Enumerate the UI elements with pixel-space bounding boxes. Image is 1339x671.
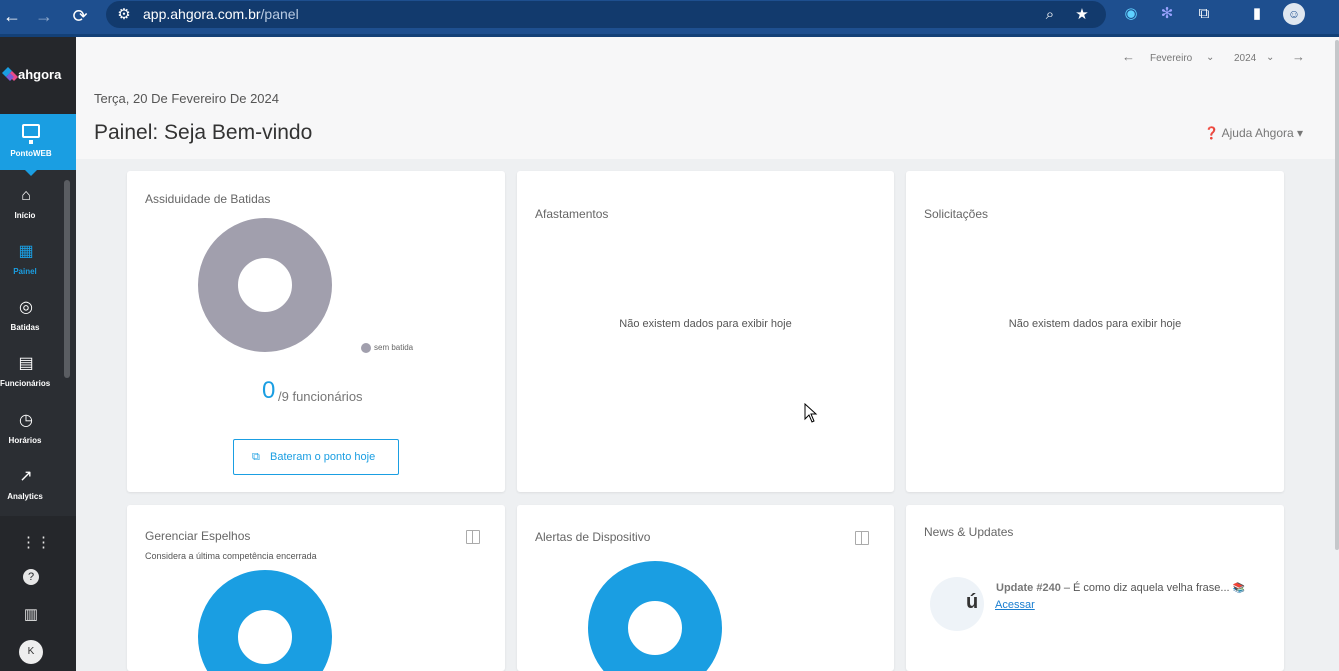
monitor-stand	[29, 140, 33, 144]
book-open-icon[interactable]	[466, 530, 480, 544]
punched-count: 0	[262, 377, 276, 404]
sidebar-item-label: Início	[14, 211, 36, 220]
product-pointer	[25, 170, 37, 176]
help-label: Ajuda Ahgora	[1221, 126, 1294, 140]
news-thumbnail: ú	[930, 577, 984, 631]
mouse-cursor-icon	[804, 403, 818, 423]
card-title: Alertas de Dispositivo	[535, 530, 651, 544]
card-title: Gerenciar Espelhos	[145, 529, 251, 543]
reload-icon[interactable]: ⟳	[68, 4, 92, 28]
month-select[interactable]: Fevereiro	[1150, 53, 1192, 64]
dashboard-icon: ▦	[18, 243, 34, 260]
news-access-link[interactable]: Acessar	[995, 599, 1035, 611]
empty-message: Não existem dados para exibir hoje	[619, 318, 792, 330]
book-emoji-icon: 📚	[1232, 583, 1246, 594]
home-icon: ⌂	[21, 187, 31, 204]
card-news: News & Updates ú Update #240 – É como di…	[906, 505, 1284, 671]
news-item-title: Update #240 – É como diz aquela velha fr…	[996, 582, 1245, 594]
current-date: Terça, 20 De Fevereiro De 2024	[94, 91, 279, 106]
button-label: Bateram o ponto hoje	[270, 451, 376, 463]
extension-asterisk-icon[interactable]: ✻	[1156, 3, 1178, 25]
clock-icon: ◷	[19, 412, 33, 429]
year-select[interactable]: 2024	[1234, 53, 1256, 64]
sidebar-item-label: Horários	[8, 436, 42, 445]
page-header: ← Fevereiro ⌄ 2024 ⌄ → Terça, 20 De Feve…	[76, 37, 1339, 159]
chevron-down-icon[interactable]: ⌄	[1266, 52, 1274, 63]
page-title: Painel: Seja Bem-vindo	[94, 121, 313, 144]
monitor-icon	[22, 124, 40, 138]
external-link-icon: ⧉	[252, 451, 260, 463]
news-update-label: Update #240	[996, 582, 1061, 594]
punched-today-button[interactable]: ⧉ Bateram o ponto hoje	[233, 439, 399, 475]
sidebar-item-analytics[interactable]: ↗ Analytics	[0, 467, 62, 517]
url-path: /panel	[260, 6, 299, 22]
card-alertas: Alertas de Dispositivo	[517, 505, 894, 671]
sidebar-item-batidas[interactable]: ◎ Batidas	[0, 298, 62, 348]
user-avatar[interactable]: K	[19, 640, 43, 664]
sidebar-item-label: Painel	[13, 267, 37, 276]
sidebar: ahgora PontoWEB ⌂ Início ▦ Painel ◎ Bati…	[0, 37, 76, 671]
side-panel-icon[interactable]: ▮	[1246, 3, 1268, 25]
product-label: PontoWEB	[10, 149, 52, 158]
card-afastamentos: Afastamentos Não existem dados para exib…	[517, 171, 894, 492]
employee-total: /9 funcionários	[278, 389, 363, 404]
trend-icon: ↗	[19, 468, 33, 485]
prev-period-icon[interactable]: ←	[1122, 49, 1135, 64]
sidebar-scrollbar[interactable]	[64, 180, 70, 378]
brand-logo[interactable]: ahgora	[0, 37, 76, 114]
building-icon[interactable]: ▥	[21, 605, 41, 625]
address-bar[interactable]: ⚙ app.ahgora.com.br/panel ⌕ ★	[106, 1, 1106, 28]
url-host: app.ahgora.com.br	[143, 6, 261, 22]
card-solicitacoes: Solicitações Não existem dados para exib…	[906, 171, 1284, 492]
sidebar-item-inicio[interactable]: ⌂ Início	[0, 186, 62, 236]
ahgora-u-icon: ú	[966, 591, 979, 613]
card-title: Afastamentos	[535, 207, 609, 221]
product-pontoweb[interactable]: PontoWEB	[0, 114, 76, 176]
sidebar-item-horarios[interactable]: ◷ Horários	[0, 411, 62, 461]
clipboard-icon: ▤	[18, 355, 34, 372]
ahgora-logo-icon	[2, 67, 18, 81]
page-scrollbar[interactable]	[1335, 40, 1339, 550]
extensions-puzzle-icon[interactable]: ⧉	[1193, 3, 1215, 25]
empty-message: Não existem dados para exibir hoje	[1008, 318, 1182, 330]
extension-g-icon[interactable]: ◉	[1120, 3, 1142, 25]
card-title: Assiduidade de Batidas	[145, 192, 271, 206]
legend-label: sem batida	[374, 343, 414, 352]
legend-marker	[361, 343, 371, 353]
site-settings-icon[interactable]: ⚙	[114, 5, 134, 25]
zoom-icon[interactable]: ⌕	[1040, 5, 1060, 25]
attendance-donut[interactable]	[198, 218, 332, 352]
caret-down-icon: ▾	[1297, 126, 1304, 140]
chevron-down-icon[interactable]: ⌄	[1206, 52, 1214, 63]
sidebar-item-label: Analytics	[7, 492, 43, 501]
card-assiduidade: Assiduidade de Batidas sem batida 0 /9 f…	[127, 171, 505, 492]
profile-avatar[interactable]: ☺	[1283, 3, 1305, 25]
apps-grid-icon[interactable]: ⋮⋮	[21, 533, 51, 553]
card-title: News & Updates	[924, 525, 1014, 539]
sidebar-item-label: Funcionários	[0, 379, 51, 388]
question-circle-icon: ❓	[1204, 126, 1219, 140]
help-icon[interactable]: ?	[23, 569, 39, 585]
brand-name: ahgora	[18, 67, 62, 82]
forward-icon[interactable]: →	[32, 4, 56, 28]
sidebar-item-label: Batidas	[10, 323, 40, 332]
card-title: Solicitações	[924, 207, 989, 221]
card-subtitle: Considera a última competência encerrada	[145, 551, 317, 561]
sidebar-item-funcionarios[interactable]: ▤ Funcionários	[0, 354, 62, 404]
browser-toolbar: ← → ⟳ ⚙ app.ahgora.com.br/panel ⌕ ★ ◉ ✻ …	[0, 0, 1339, 37]
next-period-icon[interactable]: →	[1292, 49, 1305, 64]
bookmark-star-icon[interactable]: ★	[1072, 5, 1092, 25]
fingerprint-icon: ◎	[19, 299, 33, 316]
device-alerts-donut[interactable]	[588, 561, 722, 671]
help-menu[interactable]: ❓ Ajuda Ahgora ▾	[1204, 126, 1303, 140]
card-espelhos: Gerenciar Espelhos Considera a última co…	[127, 505, 505, 671]
back-icon[interactable]: ←	[0, 4, 24, 28]
book-open-icon[interactable]	[855, 531, 869, 545]
sidebar-item-painel[interactable]: ▦ Painel	[0, 242, 62, 292]
url-text: app.ahgora.com.br/panel	[143, 6, 299, 22]
mirrors-donut[interactable]	[198, 570, 332, 671]
news-update-text: – É como diz aquela velha frase...	[1060, 582, 1230, 594]
